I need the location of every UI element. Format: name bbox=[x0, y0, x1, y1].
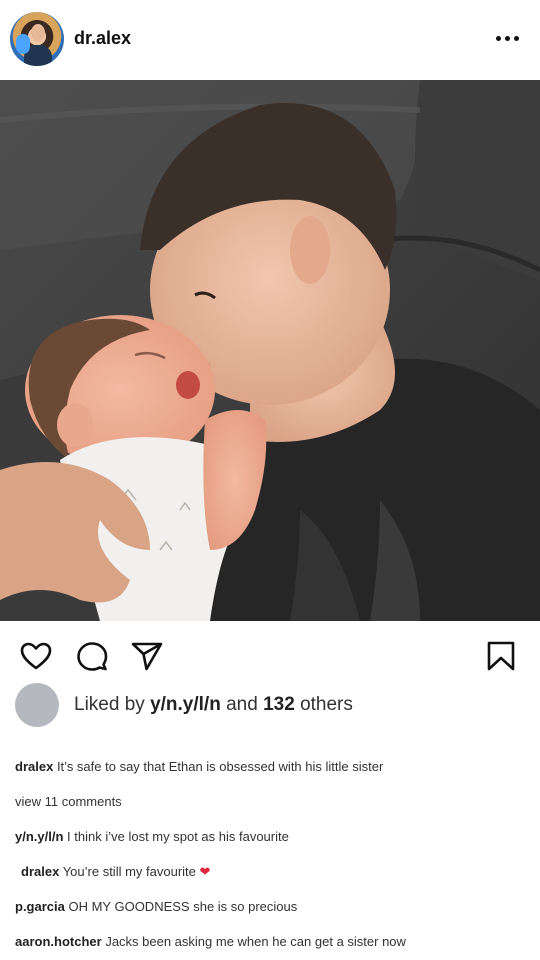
more-dot bbox=[505, 36, 510, 41]
liked-by-text[interactable]: Liked by y/n.y/l/n and 132 others bbox=[74, 694, 353, 716]
comment-username[interactable]: aaron.hotcher bbox=[15, 934, 102, 949]
liked-by-user[interactable]: y/n.y/l/n bbox=[150, 694, 221, 715]
comment-username[interactable]: p.garcia bbox=[15, 899, 65, 914]
liked-by-avatar[interactable] bbox=[15, 683, 59, 727]
post-username[interactable]: dr.alex bbox=[74, 28, 131, 49]
likes-count[interactable]: 132 bbox=[263, 694, 295, 715]
view-comments-link[interactable]: view 11 comments bbox=[15, 794, 122, 809]
caption-text: It’s safe to say that Ethan is obsessed … bbox=[56, 759, 384, 774]
comment-text: I think i’ve lost my spot as his favouri… bbox=[67, 829, 289, 844]
liked-by-middle: and bbox=[226, 694, 258, 715]
liked-by-suffix: others bbox=[300, 694, 353, 715]
post-caption: dralex It’s safe to say that Ethan is ob… bbox=[15, 759, 383, 774]
comment-item: aaron.hotcher Jacks been asking me when … bbox=[15, 934, 406, 949]
caption-username[interactable]: dralex bbox=[15, 759, 53, 774]
send-icon-graphic bbox=[131, 642, 163, 671]
post-header: dr.alex bbox=[0, 0, 540, 80]
heart-icon-graphic bbox=[20, 642, 52, 670]
comment-text: Jacks been asking me when he can get a s… bbox=[105, 934, 406, 949]
photo-illustration bbox=[0, 80, 540, 621]
bookmark-icon-graphic bbox=[487, 641, 515, 671]
liked-by-prefix: Liked by bbox=[74, 694, 145, 715]
comment-text: OH MY GOODNESS she is so precious bbox=[68, 899, 298, 914]
comment-username[interactable]: dralex bbox=[21, 864, 59, 879]
comment-username[interactable]: y/n.y/l/n bbox=[15, 829, 63, 844]
comment-reply: dralex You’re still my favourite ❤ bbox=[21, 864, 210, 880]
comment-item: p.garcia OH MY GOODNESS she is so precio… bbox=[15, 899, 297, 914]
avatar-hand bbox=[16, 34, 30, 54]
heart-emoji-icon: ❤ bbox=[199, 864, 211, 879]
more-dot bbox=[496, 36, 501, 41]
comment-text: You’re still my favourite bbox=[62, 864, 196, 879]
profile-avatar[interactable] bbox=[10, 12, 64, 66]
post-actions bbox=[0, 621, 540, 681]
avatar-face bbox=[31, 24, 45, 42]
heart-icon[interactable] bbox=[19, 639, 53, 673]
comment-bubble-icon[interactable] bbox=[75, 639, 109, 673]
more-options-icon[interactable] bbox=[496, 36, 519, 41]
comment-bubble-icon-graphic bbox=[77, 642, 108, 671]
more-dot bbox=[514, 36, 519, 41]
comment-item: y/n.y/l/n I think i’ve lost my spot as h… bbox=[15, 829, 289, 844]
post-photo[interactable] bbox=[0, 80, 540, 621]
send-icon[interactable] bbox=[130, 639, 164, 673]
bookmark-icon[interactable] bbox=[484, 639, 518, 673]
